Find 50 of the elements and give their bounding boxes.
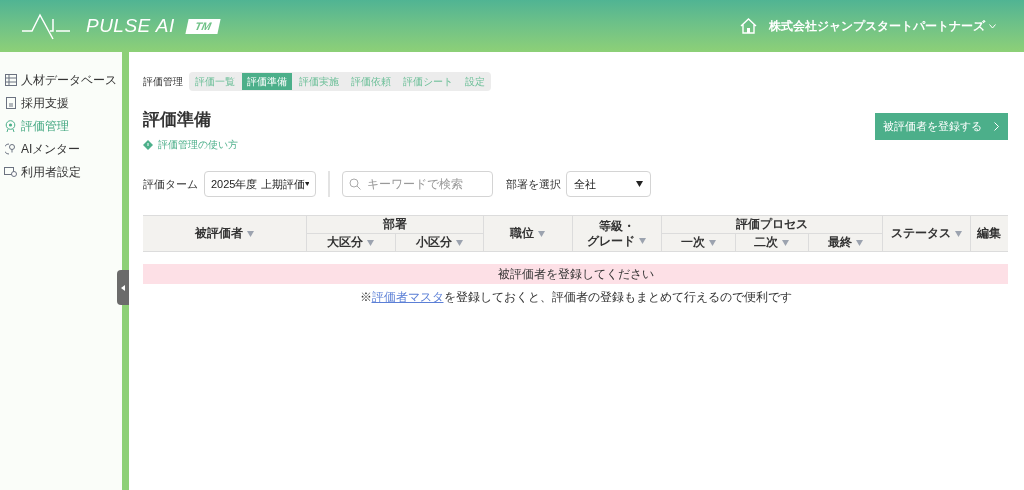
sort-icon[interactable]: [538, 230, 545, 237]
column-header[interactable]: 職位: [483, 215, 572, 252]
logo-text: PULSE AI: [86, 13, 175, 38]
sidebar-item[interactable]: AIメンター: [0, 137, 122, 160]
term-select[interactable]: 2025年度 上期評価: [204, 171, 316, 197]
sort-icon[interactable]: [782, 239, 789, 246]
search-field[interactable]: キーワードで検索: [342, 171, 493, 197]
sort-icon[interactable]: [954, 230, 962, 237]
column-header[interactable]: 等級・ グレード: [572, 215, 661, 252]
column-header[interactable]: 一次: [661, 233, 735, 252]
sidebar-item[interactable]: 人材データベース: [0, 68, 122, 91]
diamond-help-icon: [143, 139, 153, 150]
sort-icon[interactable]: [708, 239, 716, 246]
settings-icon: [4, 166, 17, 177]
sidebar-item[interactable]: 採用支援: [0, 91, 122, 114]
column-header[interactable]: 小区分: [395, 233, 483, 252]
department-label: 部署を選択: [506, 176, 561, 192]
dropdown-icon: [636, 181, 643, 187]
column-header[interactable]: 編集: [970, 215, 1008, 252]
award-icon: [5, 119, 16, 132]
column-group-header: 評価プロセス: [661, 215, 882, 234]
column-group-header: 部署: [306, 215, 483, 234]
term-label: 評価ターム: [143, 176, 198, 192]
chevron-right-icon: [994, 122, 999, 131]
home-icon[interactable]: [740, 18, 757, 34]
note-text: ※評価者マスタ を登録しておくと、評価者の登録もまとめて行えるので便利です: [358, 289, 793, 306]
breadcrumb-label: 評価管理: [143, 75, 183, 89]
collapse-handle[interactable]: [117, 270, 129, 305]
sort-icon[interactable]: [246, 230, 254, 237]
sort-icon[interactable]: [639, 238, 646, 245]
empty-message: 被評価者を登録してください: [143, 264, 1008, 284]
column-header[interactable]: 被評価者: [143, 215, 306, 252]
grid-icon: [4, 73, 17, 86]
chevron-down-icon: [989, 23, 996, 29]
dropdown-icon: [304, 181, 309, 187]
mentor-icon: [4, 142, 17, 155]
sort-icon[interactable]: [367, 239, 374, 246]
department-select[interactable]: 全社: [566, 171, 651, 197]
sidebar-item[interactable]: 利用者設定: [0, 160, 122, 183]
document-icon: [5, 96, 16, 109]
column-header[interactable]: ステータス: [882, 215, 970, 252]
search-icon: [349, 178, 361, 190]
trademark-badge: TM: [185, 18, 221, 34]
sort-icon[interactable]: [455, 239, 463, 246]
sort-icon[interactable]: [855, 239, 863, 246]
page-title: 評価準備: [143, 109, 212, 131]
master-link[interactable]: 評価者マスタ: [371, 290, 444, 304]
column-header[interactable]: 大区分: [306, 233, 395, 252]
column-header[interactable]: 二次: [735, 233, 808, 252]
column-header[interactable]: 最終: [808, 233, 882, 252]
